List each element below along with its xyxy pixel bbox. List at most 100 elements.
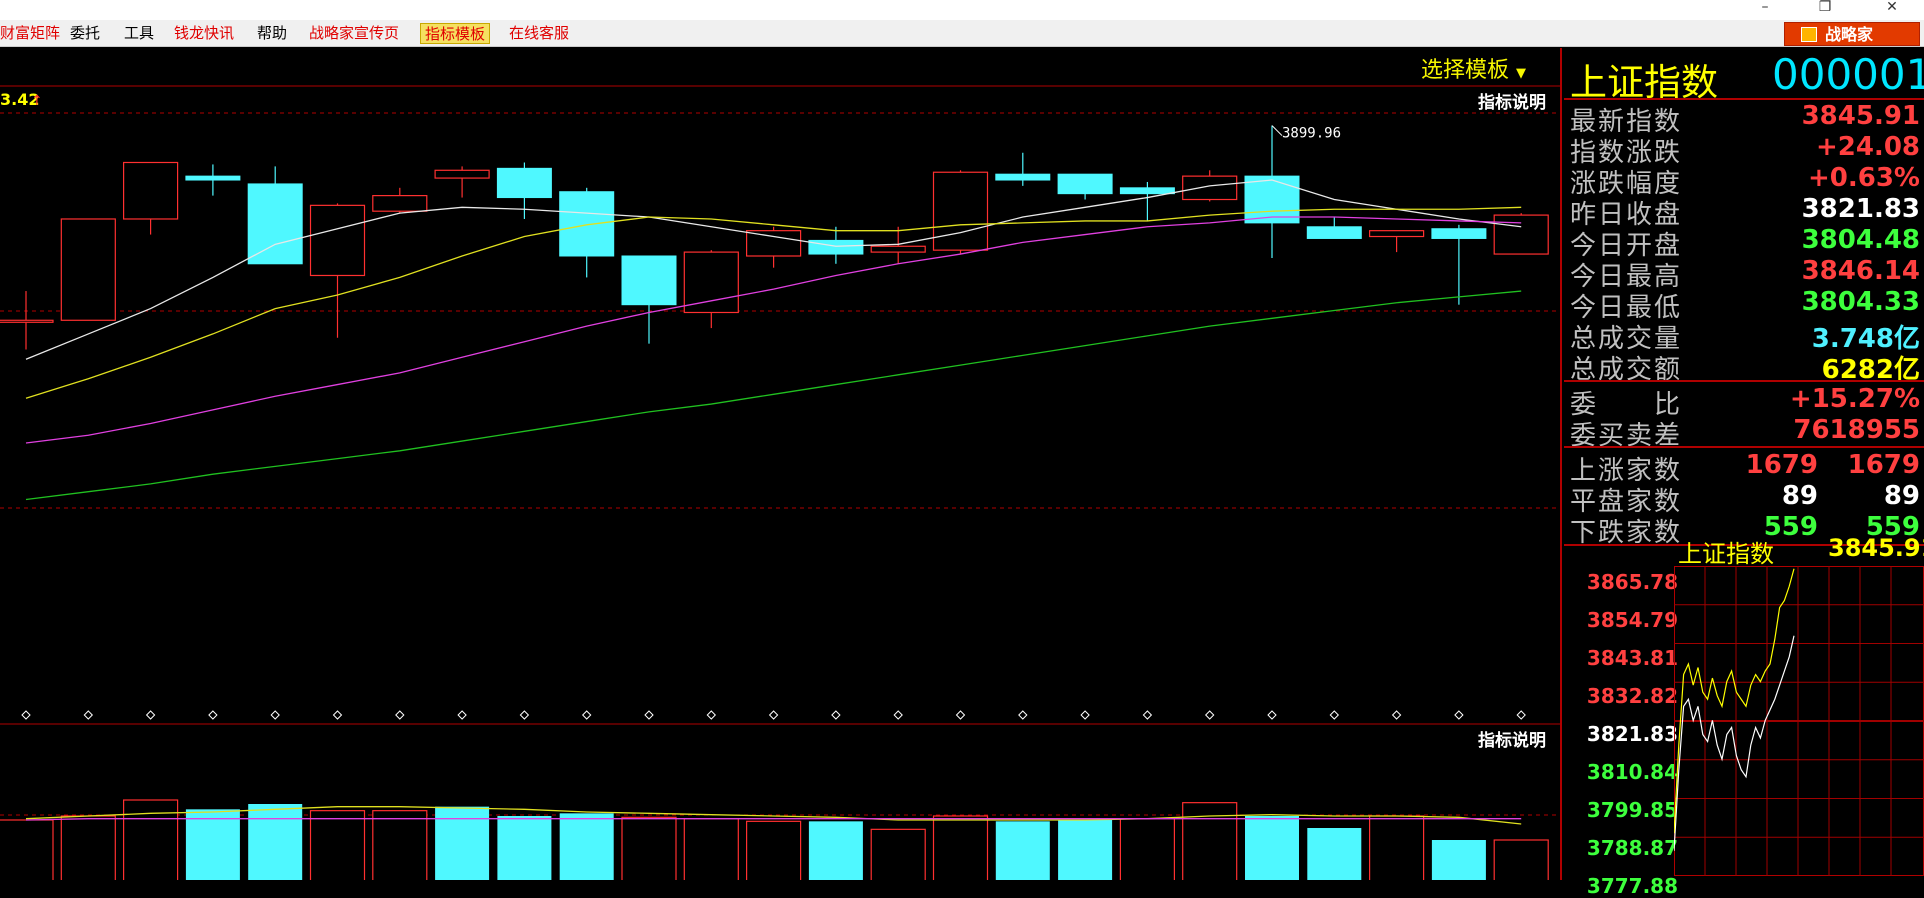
candle-body [745, 230, 802, 257]
quote-row: 指数涨跌 +24.08 [1564, 131, 1924, 168]
kline-chart-area[interactable]: 3.42 ↑ 3899.96 选择模板 ▼ 指标说明 指标说明 [0, 48, 1562, 880]
mini-chart-title: 上证指数 [1678, 540, 1774, 568]
candle-body [1493, 214, 1549, 255]
minimize-icon[interactable]: – [1745, 0, 1785, 20]
menu-item-4[interactable]: 帮助 [253, 23, 291, 44]
quote-value: +0.63% [1808, 163, 1920, 193]
time-marker [831, 710, 841, 720]
candle-body [995, 173, 1051, 181]
volume-bar [1058, 820, 1113, 880]
time-marker [395, 710, 405, 720]
candle-body [1306, 226, 1362, 239]
mini-chart-plot[interactable] [1674, 566, 1924, 876]
candle-body [247, 183, 303, 265]
menu-item-7[interactable]: 在线客服 [505, 23, 573, 44]
volume-bar [248, 804, 303, 880]
quote-row: 总成交量 3.748亿 [1564, 317, 1924, 354]
volume-bar [185, 809, 240, 880]
time-marker [1267, 710, 1277, 720]
volume-bar [1368, 815, 1425, 880]
box-icon [1801, 27, 1817, 42]
mini-chart-value: 3845.91 [1828, 534, 1924, 562]
mini-line-yellow [1674, 568, 1795, 834]
indicator-explain-button-bottom[interactable]: 指标说明 [1478, 726, 1546, 751]
quote-row: 今日最低 3804.33 [1564, 286, 1924, 323]
candle-body [1431, 228, 1487, 239]
menu-item-5[interactable]: 战略家宣传页 [305, 23, 403, 44]
mini-tick-label: 3777.88 [1586, 874, 1678, 898]
time-marker [1516, 710, 1526, 720]
volume-bar [309, 810, 366, 880]
time-marker [1080, 710, 1090, 720]
brand-label: 战略家 [1825, 25, 1874, 44]
restore-icon[interactable]: ❐ [1805, 0, 1845, 20]
volume-bar [745, 820, 802, 880]
volume-bar [870, 828, 926, 880]
volume-bar [372, 810, 428, 880]
quote-row: 今日开盘 3804.48 [1564, 224, 1924, 261]
divider [1564, 380, 1924, 382]
volume-bar [1431, 840, 1486, 880]
peak-annotation: 3899.96 [1282, 126, 1341, 142]
quote-value: +24.08 [1815, 132, 1920, 162]
candle-body [122, 161, 179, 220]
candle-body [185, 175, 241, 181]
quote-value: 7618955 [1793, 415, 1920, 445]
select-template-label: 选择模板 [1421, 58, 1510, 83]
volume-bar [1245, 816, 1299, 880]
up-arrow-icon: ↑ [31, 93, 43, 109]
candle-body [0, 319, 54, 323]
menu-item-1[interactable]: 委托 [66, 23, 104, 44]
menu-item-2[interactable]: 工具 [120, 23, 158, 44]
quote-value: 3846.14 [1801, 256, 1920, 286]
candle-body [434, 169, 490, 179]
time-marker [208, 710, 218, 720]
time-marker [270, 710, 280, 720]
mini-intraday-chart[interactable]: 上证指数 3845.91 3865.78 3854.79 3843.81 3832.8… [1564, 534, 1924, 898]
close-icon[interactable]: ✕ [1872, 0, 1912, 20]
volume-bar [122, 799, 179, 880]
quote-row: 平盘家数 89 89 [1564, 480, 1924, 517]
time-marker [955, 710, 966, 720]
time-marker [332, 710, 343, 720]
menu-item-0[interactable]: 财富矩阵 [0, 23, 64, 44]
candle-body [1182, 175, 1238, 201]
volume-bar [995, 821, 1050, 880]
menu-bar: 财富矩阵 委托 工具 钱龙快讯 帮助 战略家宣传页 指标模板 在线客服 [0, 20, 1924, 47]
time-marker [1204, 710, 1215, 720]
kline-chart[interactable]: 3.42↑3899.96 [0, 48, 1562, 880]
volume-bar [497, 816, 552, 880]
time-marker [457, 710, 467, 720]
candle-body [621, 255, 677, 306]
indicator-explain-button-top[interactable]: 指标说明 [1478, 88, 1546, 113]
menu-item-3[interactable]: 钱龙快讯 [170, 23, 238, 44]
volume-bar [60, 815, 116, 880]
volume-bar [1119, 818, 1176, 880]
time-marker [21, 710, 31, 720]
candle-body [808, 239, 864, 255]
quote-row: 今日最高 3846.14 [1564, 255, 1924, 292]
volume-bar [559, 813, 614, 880]
time-marker [1018, 710, 1028, 720]
mini-tick-label: 3810.84 [1586, 760, 1678, 784]
mini-tick-label: 3821.83 [1586, 722, 1678, 746]
time-marker [644, 710, 654, 720]
time-marker [1454, 710, 1464, 720]
candle-body [1057, 173, 1113, 195]
time-marker [1329, 710, 1340, 720]
brand-button[interactable]: 战略家 [1784, 22, 1920, 46]
mini-tick-label: 3843.81 [1586, 646, 1678, 670]
menu-item-6[interactable]: 指标模板 [420, 23, 491, 44]
time-marker [893, 710, 903, 720]
volume-bar [435, 806, 490, 880]
candle-body [683, 251, 739, 314]
peak-pointer [1271, 125, 1283, 136]
select-template-dropdown[interactable]: 选择模板 ▼ [1421, 52, 1526, 84]
quote-value-right: 89 [1883, 481, 1920, 511]
quote-value-left: 89 [1781, 481, 1818, 511]
time-marker [706, 710, 717, 720]
mini-tick-label: 3854.79 [1586, 608, 1678, 632]
volume-bar [808, 821, 863, 880]
volume-bar [0, 819, 54, 880]
candle-body [309, 204, 366, 277]
